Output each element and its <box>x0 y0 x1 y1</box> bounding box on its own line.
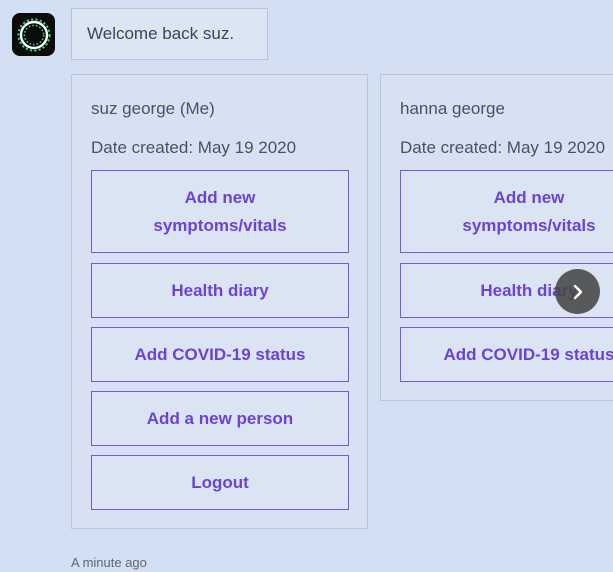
person-card: hanna george Date created: May 19 2020 A… <box>380 74 613 401</box>
add-new-person-label: Add a new person <box>146 408 294 428</box>
person-name: suz george (Me) <box>91 99 215 118</box>
add-symptoms-vitals-label: Add new symptoms/vitals <box>462 187 596 235</box>
bot-avatar-icon <box>16 17 51 52</box>
chevron-right-icon <box>573 284 582 299</box>
add-symptoms-vitals-button[interactable]: Add new symptoms/vitals <box>400 170 613 253</box>
carousel-next-button[interactable] <box>555 269 600 314</box>
add-covid-status-button[interactable]: Add COVID-19 status <box>400 327 613 382</box>
add-covid-status-button[interactable]: Add COVID-19 status <box>91 327 349 382</box>
person-card: suz george (Me) Date created: May 19 202… <box>71 74 368 529</box>
health-diary-label: Health diary <box>171 280 269 300</box>
add-new-person-button[interactable]: Add a new person <box>91 391 349 446</box>
welcome-message: Welcome back suz. <box>71 8 268 60</box>
add-symptoms-vitals-button[interactable]: Add new symptoms/vitals <box>91 170 349 253</box>
date-created: Date created: May 19 2020 <box>400 138 606 157</box>
health-diary-button[interactable]: Health diary <box>91 263 349 318</box>
person-name: hanna george <box>400 99 505 118</box>
message-timestamp: A minute ago <box>71 555 147 570</box>
add-symptoms-vitals-label: Add new symptoms/vitals <box>153 187 287 235</box>
bot-avatar <box>12 13 55 56</box>
logout-button[interactable]: Logout <box>91 455 349 510</box>
person-card-carousel: suz george (Me) Date created: May 19 202… <box>71 74 613 534</box>
date-created: Date created: May 19 2020 <box>91 138 297 157</box>
add-covid-status-label: Add COVID-19 status <box>134 344 306 364</box>
welcome-text: Welcome back suz. <box>87 24 235 43</box>
add-covid-status-label: Add COVID-19 status <box>443 344 613 364</box>
logout-label: Logout <box>191 472 249 492</box>
